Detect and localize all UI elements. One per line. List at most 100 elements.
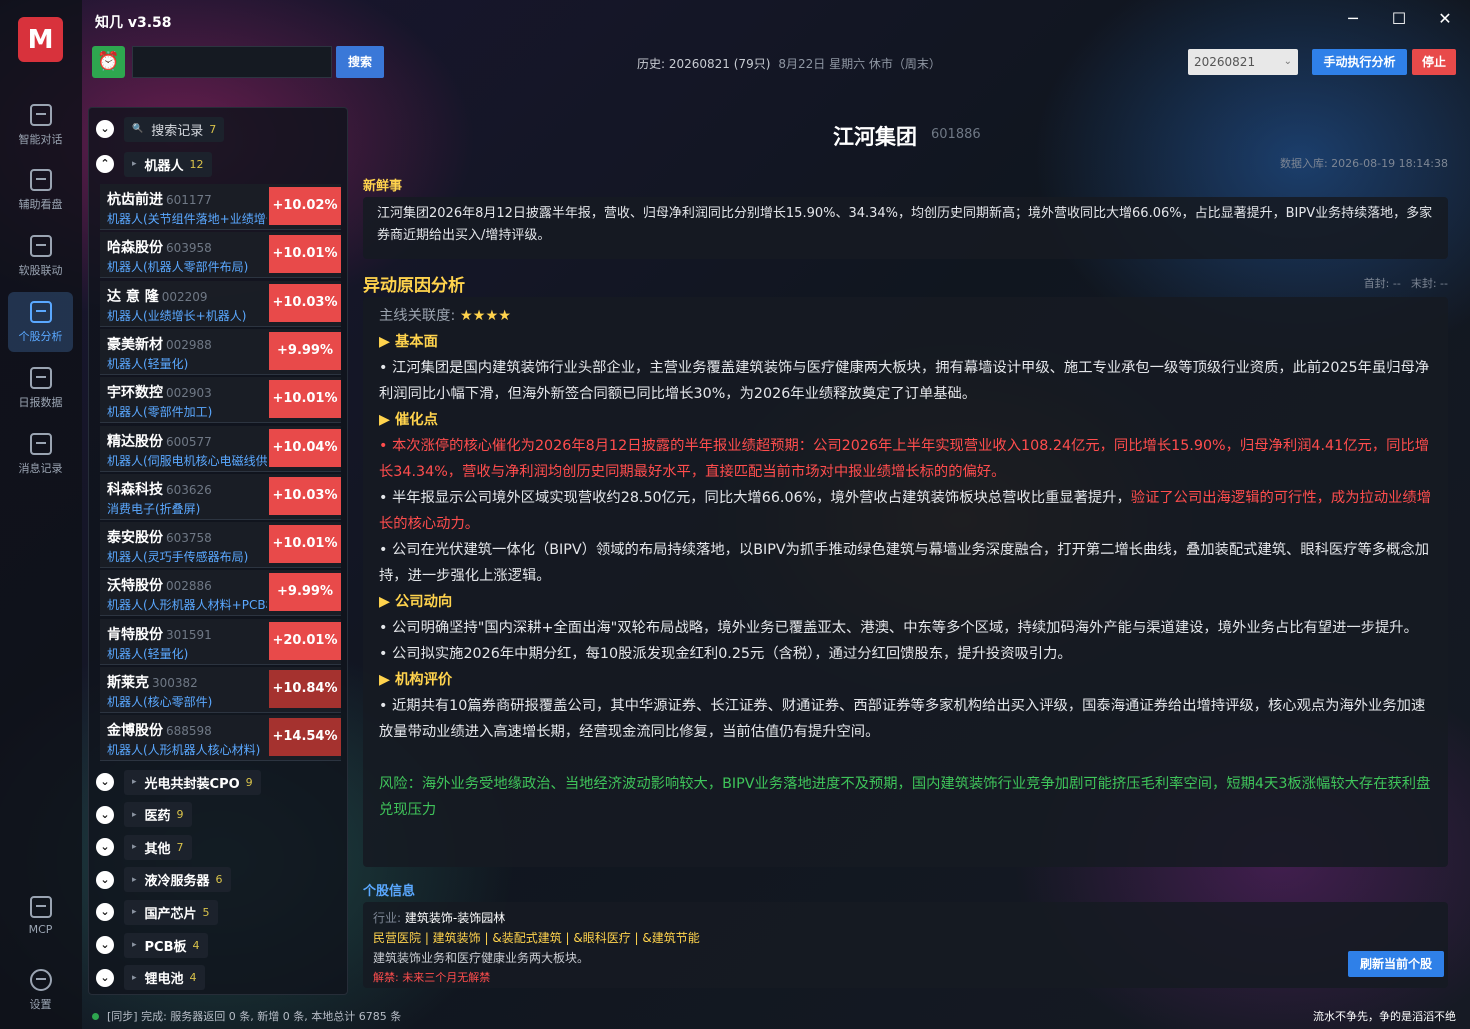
stock-change-badge: +10.04% [269, 428, 341, 467]
stock-change-badge: +10.01% [269, 235, 341, 274]
search-input[interactable] [132, 46, 332, 78]
gear-icon [29, 968, 52, 991]
relevance-row: 主线关联度: ★★★★ [379, 303, 1432, 329]
stock-code: 603758 [166, 531, 212, 546]
group-label: 其他 [144, 841, 171, 857]
group-tag: ▸ 机器人 12 [124, 151, 212, 177]
group-label: 搜索记录 [151, 123, 204, 139]
group-collapsed[interactable]: ⌄ ▸ 锂电池 4 [96, 964, 205, 992]
group-tag: ▸ 锂电池 4 [124, 965, 205, 991]
stock-code: 002209 [161, 289, 208, 304]
refresh-stock-button[interactable]: 刷新当前个股 [1348, 951, 1444, 977]
history-count: 历史: 20260821 (79只) [637, 57, 771, 71]
group-count: 9 [245, 775, 253, 789]
last-seal: 末封: -- [1410, 277, 1448, 290]
direction-text-1: • 公司明确坚持"国内深耕+全面出海"双轮布局战略，境外业务已覆盖亚太、港澳、中… [379, 620, 1418, 636]
chevron-down-icon[interactable]: ⌄ [96, 936, 114, 954]
stock-row[interactable]: 沃特股份002886 机器人(人形机器人材料+PCB材料)+9.99% [100, 570, 341, 617]
sidebar-label: 辅助看盘 [18, 197, 63, 211]
chevron-down-icon[interactable]: ⌄ [96, 838, 114, 857]
search-button[interactable]: 搜索 [336, 46, 384, 78]
stop-button[interactable]: 停止 [1412, 49, 1456, 75]
group-collapsed[interactable]: ⌄ ▸ 其他 7 [96, 833, 192, 861]
stock-tag: 机器人(人形机器人核心材料) [107, 743, 261, 758]
sidebar-item-settings[interactable]: 设置 [8, 960, 73, 1020]
sidebar-label: 消息记录 [18, 461, 63, 475]
stock-change-badge: +10.84% [269, 670, 341, 708]
chart-bar-icon [29, 103, 52, 126]
chevron-down-icon[interactable]: ⌄ [96, 903, 114, 922]
stock-row[interactable]: 豪美新材 002988 机器人(轻量化) +9.99% [100, 328, 341, 375]
group-collapsed[interactable]: ⌄ ▸ 国产芯片 5 [96, 898, 218, 926]
group-collapsed[interactable]: ⌄ ▸ 医药 9 [96, 801, 192, 829]
section-catalyst-heading: ▶ 催化点 [379, 412, 438, 428]
stock-row[interactable]: 科森科技 603626 消费电子(折叠屏) +10.03% [100, 473, 341, 520]
group-count: 5 [202, 905, 210, 919]
catalyst-text-3: • 公司在光伏建筑一体化（BIPV）领域的布局持续落地，以BIPV为抓手推动绿色… [379, 542, 1430, 584]
chevron-down-icon[interactable]: ⌄ [96, 968, 114, 987]
business-text: 建筑装饰业务和医疗健康业务两大板块。 [373, 951, 590, 965]
stock-code: 603958 [166, 241, 212, 256]
link-icon [29, 234, 52, 257]
analysis-body: 主线关联度: ★★★★ ▶ 基本面 • 江河集团是国内建筑装饰行业头部企业，主营… [363, 297, 1448, 829]
section-direction-heading: ▶ 公司动向 [379, 594, 453, 610]
chevron-down-icon[interactable]: ⌄ [96, 773, 114, 791]
fresh-news-card: 江河集团2026年8月12日披露半年报，营收、归母净利润同比分别增长15.90%… [363, 197, 1448, 259]
stock-row[interactable]: 哈森股份 603958 机器人(机器人零部件布局) +10.01% [100, 232, 341, 279]
group-count: 4 [189, 971, 197, 985]
maximize-button[interactable]: ☐ [1388, 8, 1410, 30]
group-tag: ▸ PCB板 4 [124, 932, 208, 958]
minimize-button[interactable]: ─ [1342, 8, 1364, 30]
stock-row[interactable]: 达 意 隆 002209 机器人(业绩增长+机器人) +10.03% [100, 280, 341, 327]
chevron-down-icon[interactable]: ⌄ [96, 120, 114, 138]
bullet-icon: ▸ [132, 874, 137, 885]
stock-code: 002988 [166, 337, 212, 352]
group-search-history[interactable]: ⌄ 🔍 搜索记录 7 [96, 115, 225, 143]
group-count: 6 [215, 873, 223, 887]
stock-row[interactable]: 斯莱克 300382 机器人(核心零部件) +10.84% [100, 667, 341, 713]
direction-text-2: • 公司拟实施2026年中期分红，每10股派发现金红利0.25元（含税），通过分… [379, 646, 1072, 662]
stock-tag: 机器人(关节组件落地+业绩增长) [107, 212, 267, 226]
industry-row: 行业: 建筑装饰-装饰园林 [373, 908, 1438, 928]
stock-info-card: 行业: 建筑装饰-装饰园林 民营医院 | 建筑装饰 | &装配式建筑 | &眼科… [363, 902, 1448, 988]
stock-name: 豪美新材 002988 [107, 336, 212, 353]
stock-row[interactable]: 肯特股份 301591 机器人(轻量化) +20.01% [100, 618, 341, 665]
chevron-down-icon[interactable]: ⌄ [96, 805, 114, 824]
chevron-up-icon[interactable]: ⌃ [96, 155, 114, 173]
group-collapsed[interactable]: ⌄ ▸ PCB板 4 [96, 931, 208, 959]
stock-row[interactable]: 精达股份 600577 机器人(伺服电机核心电磁线供应) +10.04% [100, 425, 341, 472]
group-collapsed[interactable]: ⌄ ▸ 液冷服务器 6 [96, 866, 231, 894]
fresh-news-text: 江河集团2026年8月12日披露半年报，营收、归母净利润同比分别增长15.90%… [377, 206, 1433, 243]
sidebar-item-messages[interactable]: 消息记录 [8, 424, 73, 484]
alarm-button[interactable]: ⏰ [92, 46, 125, 78]
date-select[interactable]: 20260821 ⌄ [1188, 49, 1298, 75]
group-collapsed[interactable]: ⌄ ▸ 光电共封装CPO 9 [96, 768, 261, 796]
sidebar-item-daily[interactable]: 日报数据 [8, 358, 73, 418]
group-label: PCB板 [144, 939, 187, 955]
sidebar-label: 智能对话 [18, 132, 63, 146]
close-button[interactable]: ✕ [1434, 8, 1456, 30]
sidebar-item-chat[interactable]: 智能对话 [8, 95, 73, 155]
stock-change-badge: +10.01% [269, 525, 341, 564]
stock-tag: 机器人(伺服电机核心电磁线供应) [107, 453, 267, 468]
stock-row[interactable]: 杭齿前进 601177 机器人(关节组件落地+业绩增长) +10.02% [100, 184, 341, 230]
sidebar-item-link[interactable]: 软股联动 [8, 226, 73, 286]
stock-tag: 机器人(核心零部件) [107, 695, 213, 709]
stock-row[interactable]: 宇环数控 002903 机器人(零部件加工) +10.01% [100, 377, 341, 424]
stock-change-badge: +10.01% [269, 380, 341, 419]
sidebar-label: 设置 [29, 997, 52, 1011]
sidebar-item-mcp[interactable]: MCP [8, 886, 73, 946]
manual-run-button[interactable]: 手动执行分析 [1312, 49, 1407, 75]
sidebar-item-watch[interactable]: 辅助看盘 [8, 160, 73, 220]
stock-name: 金博股份 688598 [107, 723, 212, 740]
group-tag: ▸ 光电共封装CPO 9 [124, 769, 261, 795]
stock-row[interactable]: 金博股份 688598 机器人(人形机器人核心材料) +14.54% [100, 715, 341, 762]
group-tag: ▸ 医药 9 [124, 802, 192, 828]
stock-tag: 机器人(零部件加工) [107, 405, 213, 420]
sidebar-item-stock-analysis[interactable]: 个股分析 [8, 292, 73, 352]
stock-row[interactable]: 泰安股份 603758 机器人(灵巧手传感器布局) +10.01% [100, 522, 341, 569]
status-text: [同步] 完成: 服务器返回 0 条, 新增 0 条, 本地总计 6785 条 [107, 1010, 402, 1023]
chevron-down-icon[interactable]: ⌄ [96, 870, 114, 889]
first-seal: 首封: -- [1363, 277, 1401, 290]
group-robot[interactable]: ⌃ ▸ 机器人 12 [96, 150, 212, 178]
